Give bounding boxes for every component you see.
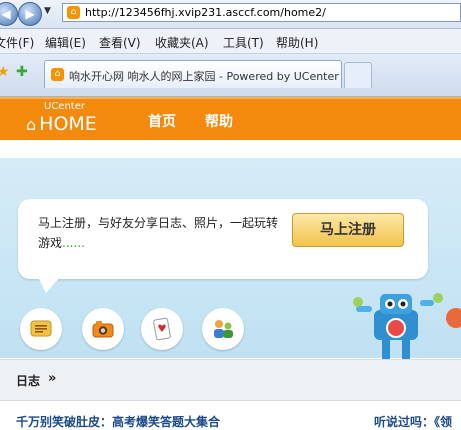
blog-section-header: 日志 » [0,359,461,401]
nav-home-link[interactable]: 首页 [148,111,176,131]
blog-feature-icon[interactable] [20,308,62,350]
back-arrow-icon: ◀ [1,7,11,21]
banner-top-strip [0,140,461,158]
camera-icon [92,321,114,338]
logo-subtitle: UCenter [44,101,85,112]
playing-card-icon [153,317,171,341]
menu-bar: 文件(F) 编辑(E) 查看(V) 收藏夹(A) 工具(T) 帮助(H) [0,29,461,54]
history-dropdown-icon[interactable]: ▼ [44,6,51,16]
banner-dots: ...... [62,236,85,250]
favorites-star-icon[interactable]: ★ [0,64,10,80]
back-button[interactable]: ◀ [0,2,18,26]
forward-arrow-icon: ▶ [25,7,35,21]
notepad-icon [30,320,52,337]
people-icon [214,320,233,338]
game-feature-icon[interactable] [141,308,183,350]
nav-help-link[interactable]: 帮助 [205,111,233,131]
site-header: UCenter ⌂ HOME 首页 帮助 [0,97,461,140]
address-text: http://123456fhj.xvip231.asccf.com/home2… [85,6,326,19]
logo-title: HOME [39,113,97,135]
menu-help[interactable]: 帮助(H) [276,34,318,51]
bubble-tail [38,277,60,293]
browser-tab-active[interactable]: ⌂ 响水开心网 响水人的网上家园 - Powered by UCenter Ho… [44,60,342,88]
menu-tools[interactable]: 工具(T) [223,34,264,51]
welcome-banner: 马上注册，与好友分享日志、照片，一起玩转游戏...... 马上注册 [0,140,461,360]
section-title[interactable]: 日志 [16,372,40,389]
menu-favorites[interactable]: 收藏夹(A) [155,34,209,51]
tab-title: 响水开心网 响水人的网上家园 - Powered by UCenter Home [69,70,339,83]
menu-view[interactable]: 查看(V) [99,34,141,51]
friends-feature-icon[interactable] [202,308,244,350]
menu-file[interactable]: 文件(F) [0,34,34,51]
tab-favicon-icon: ⌂ [51,68,64,81]
site-logo[interactable]: ⌂ HOME [26,113,97,136]
address-bar-row: ◀ ▶ ▼ ⌂ http://123456fhj.xvip231.asccf.c… [0,0,461,29]
blog-post-link[interactable]: 千万别笑破肚皮：高考爆笑答题大集合 [16,413,220,430]
site-favicon-icon: ⌂ [67,6,80,19]
address-input[interactable]: ⌂ http://123456fhj.xvip231.asccf.com/hom… [62,3,461,22]
robot-mascot-image [353,293,461,360]
new-tab-button[interactable] [344,62,372,88]
side-news-link[interactable]: 听说过吗：《领 [374,413,452,430]
tab-bar: ★ ✚ ⌂ 响水开心网 响水人的网上家园 - Powered by UCente… [0,54,461,97]
add-favorite-icon[interactable]: ✚ [16,64,28,80]
more-arrow-icon[interactable]: » [48,371,56,386]
register-button[interactable]: 马上注册 [292,213,404,247]
photo-feature-icon[interactable] [82,308,124,350]
speech-bubble: 马上注册，与好友分享日志、照片，一起玩转游戏...... 马上注册 [18,199,428,279]
house-icon: ⌂ [26,115,37,134]
banner-text: 马上注册，与好友分享日志、照片，一起玩转游戏...... [38,213,288,253]
forward-button[interactable]: ▶ [18,2,42,26]
menu-edit[interactable]: 编辑(E) [45,34,86,51]
